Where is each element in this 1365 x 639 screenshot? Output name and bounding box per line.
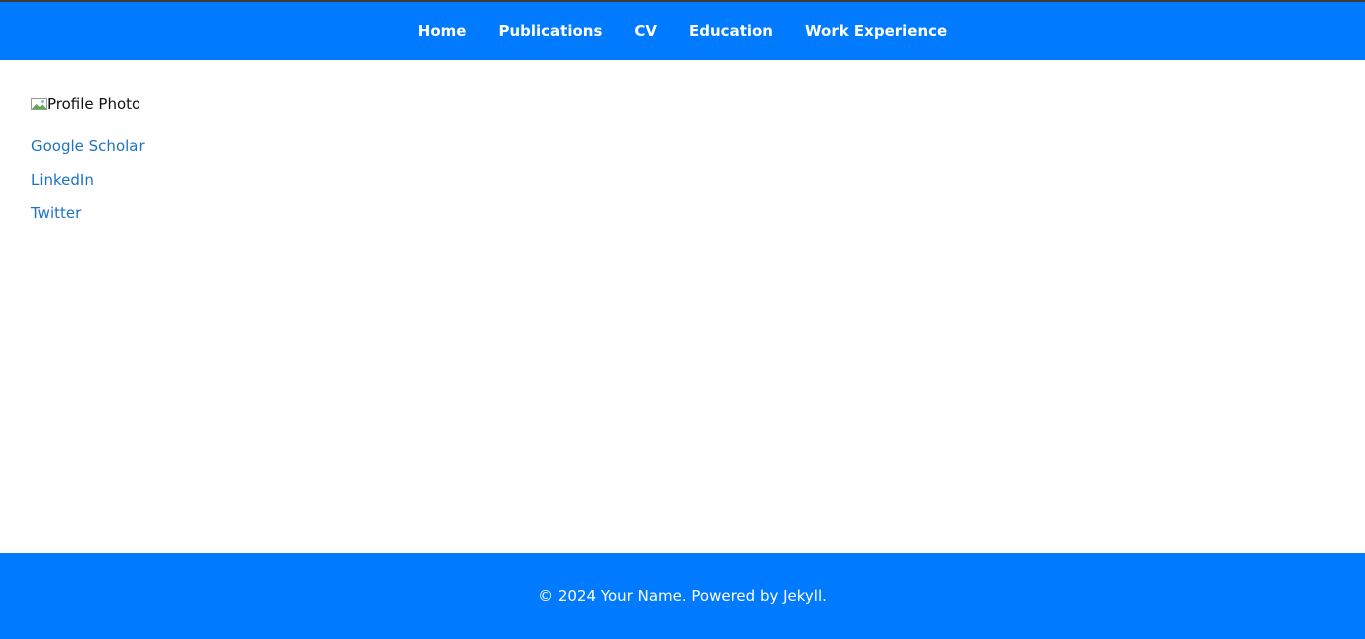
top-navbar: Home Publications CV Education Work Expe… [0, 2, 1365, 60]
nav-work-experience-link[interactable]: Work Experience [805, 22, 947, 40]
nav-cv-link[interactable]: CV [634, 22, 657, 40]
nav-home-link[interactable]: Home [418, 22, 467, 40]
footer-copyright: © 2024 Your Name. Powered by Jekyll. [538, 587, 827, 605]
sidebar: Profile Photo Google Scholar LinkedIn Tw… [31, 94, 231, 223]
nav-education-link[interactable]: Education [689, 22, 773, 40]
profile-photo-alt-text: Profile Photo [47, 95, 139, 113]
twitter-link[interactable]: Twitter [31, 203, 231, 223]
google-scholar-link[interactable]: Google Scholar [31, 136, 231, 156]
footer: © 2024 Your Name. Powered by Jekyll. [0, 553, 1365, 639]
profile-photo: Profile Photo [31, 94, 139, 114]
nav-publications-link[interactable]: Publications [498, 22, 602, 40]
broken-image-icon [31, 96, 47, 112]
linkedin-link[interactable]: LinkedIn [31, 170, 231, 190]
